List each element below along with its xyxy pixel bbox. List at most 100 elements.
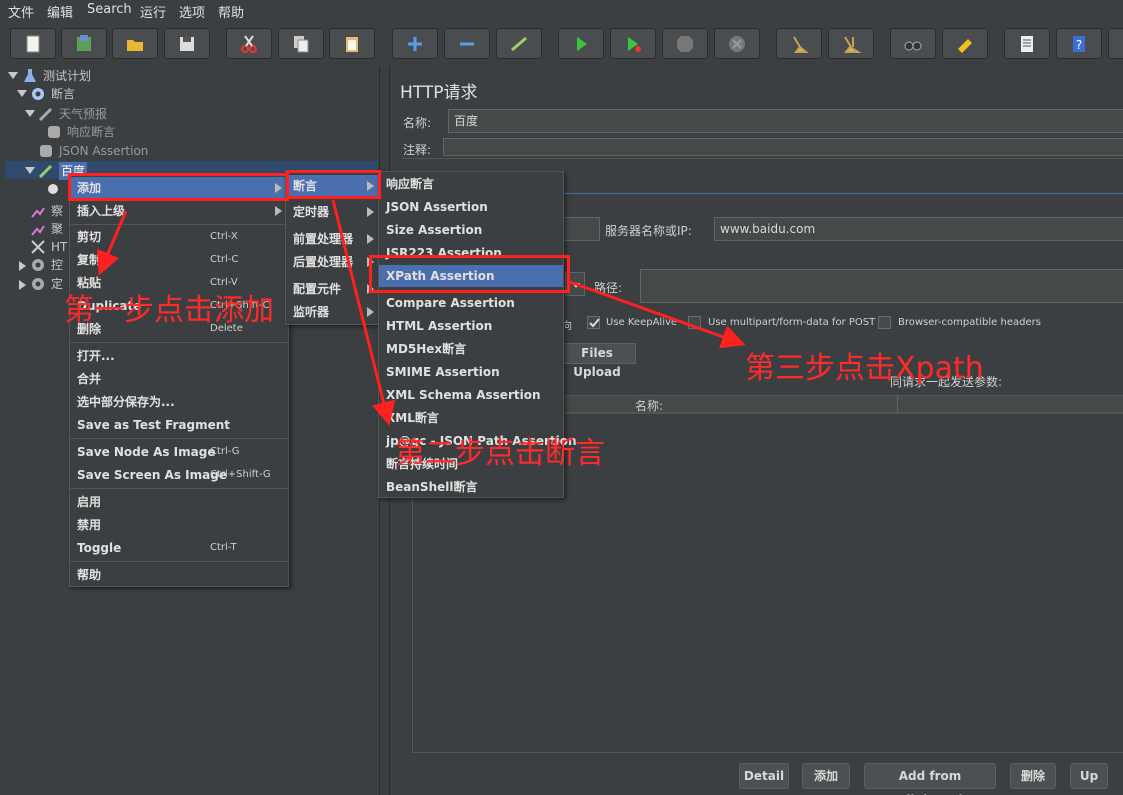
add-from-clipboard-button[interactable]: Add from Clipboard bbox=[864, 763, 996, 795]
path-field[interactable] bbox=[640, 269, 1123, 303]
copy-icon[interactable] bbox=[278, 28, 324, 59]
clear-icon[interactable] bbox=[776, 28, 822, 59]
sampler-pen-icon bbox=[38, 164, 53, 179]
menu-item-save-screen-image[interactable]: Save Screen As Image Ctrl+Shift-G bbox=[70, 464, 288, 486]
expand-arrow-icon[interactable] bbox=[25, 110, 35, 117]
menu-run[interactable]: 运行 bbox=[140, 2, 166, 21]
menu-item-label: 复制 bbox=[77, 253, 102, 267]
menu-item-copy[interactable]: 复制 Ctrl-C bbox=[70, 249, 288, 271]
delete-button[interactable]: 删除 bbox=[1010, 763, 1056, 789]
annotation-step-1: 第一步点击添加 bbox=[64, 293, 274, 328]
clear-all-icon[interactable] bbox=[828, 28, 874, 59]
search-icon[interactable] bbox=[890, 28, 936, 59]
submenu-item-html-assertion[interactable]: HTML Assertion bbox=[379, 315, 563, 337]
submenu-item-xml-schema-assertion[interactable]: XML Schema Assertion bbox=[379, 384, 563, 406]
browser-headers-checkbox[interactable] bbox=[878, 316, 891, 329]
menu-options[interactable]: 选项 bbox=[179, 2, 205, 21]
tree-node-observe[interactable]: 察 bbox=[51, 202, 63, 220]
server-field[interactable]: www.baidu.com bbox=[714, 217, 1123, 241]
shutdown-icon[interactable] bbox=[714, 28, 760, 59]
stop-icon[interactable] bbox=[662, 28, 708, 59]
reset-search-icon[interactable] bbox=[942, 28, 988, 59]
splitter[interactable] bbox=[402, 158, 1123, 166]
submenu-item-json-assertion[interactable]: JSON Assertion bbox=[379, 196, 563, 218]
menu-help[interactable]: 帮助 bbox=[218, 2, 244, 21]
menu-item-merge[interactable]: 合并 bbox=[70, 368, 288, 390]
help-icon[interactable]: ? bbox=[1056, 28, 1102, 59]
menu-item-help[interactable]: 帮助 bbox=[70, 564, 288, 586]
annotation-step-3: 第三步点击Xpath bbox=[745, 351, 984, 386]
path-label: 路径: bbox=[594, 281, 623, 295]
submenu-item-config[interactable]: 配置元件 bbox=[286, 278, 380, 300]
menu-separator bbox=[70, 342, 288, 343]
submenu-item-md5hex-assertion[interactable]: MD5Hex断言 bbox=[379, 338, 563, 360]
expand-arrow-icon[interactable] bbox=[8, 72, 18, 79]
cut-icon[interactable] bbox=[226, 28, 272, 59]
comment-field[interactable] bbox=[443, 138, 1123, 156]
menu-item-save-selection[interactable]: 选中部分保存为... bbox=[70, 391, 288, 413]
collapse-arrow-icon[interactable] bbox=[19, 261, 26, 271]
menu-item-disable[interactable]: 禁用 bbox=[70, 514, 288, 536]
detail-button[interactable]: Detail bbox=[739, 763, 789, 789]
collapse-icon[interactable] bbox=[444, 28, 490, 59]
submenu-item-preprocessors[interactable]: 前置处理器 bbox=[286, 228, 380, 250]
tree-node-control[interactable]: 控 bbox=[51, 256, 63, 274]
menu-edit[interactable]: 编辑 bbox=[47, 2, 73, 21]
sampler-pen-icon bbox=[38, 107, 53, 122]
submenu-item-response-assertion[interactable]: 响应断言 bbox=[379, 173, 563, 195]
menu-item-save-fragment[interactable]: Save as Test Fragment bbox=[70, 414, 288, 436]
tree-node-timer[interactable]: 定 bbox=[51, 275, 63, 293]
collapse-arrow-icon[interactable] bbox=[19, 280, 26, 290]
expand-icon[interactable] bbox=[392, 28, 438, 59]
menu-item-toggle[interactable]: Toggle Ctrl-T bbox=[70, 537, 288, 559]
menu-item-label: 配置元件 bbox=[293, 282, 342, 296]
expand-arrow-icon[interactable] bbox=[25, 167, 35, 174]
templates-icon[interactable] bbox=[61, 28, 107, 59]
gear-icon bbox=[32, 88, 44, 100]
tools-icon bbox=[31, 240, 45, 254]
tree-node-test-plan[interactable]: 测试计划 bbox=[43, 67, 91, 85]
submenu-item-smime-assertion[interactable]: SMIME Assertion bbox=[379, 361, 563, 383]
tree-node-aggregate[interactable]: 聚 bbox=[51, 220, 63, 238]
submenu-item-timers[interactable]: 定时器 bbox=[286, 201, 380, 223]
expand-arrow-icon[interactable] bbox=[17, 90, 27, 97]
submenu-item-beanshell-assertion[interactable]: BeanShell断言 bbox=[379, 476, 563, 498]
menu-item-cut[interactable]: 剪切 Ctrl-X bbox=[70, 226, 288, 248]
tab-files-upload[interactable]: Files Upload bbox=[558, 343, 636, 379]
tree-node-weather[interactable]: 天气预报 bbox=[59, 105, 107, 123]
menu-file[interactable]: 文件 bbox=[8, 2, 34, 21]
column-name-header: 名称: bbox=[635, 399, 664, 413]
start-no-pause-icon[interactable] bbox=[610, 28, 656, 59]
tree-node-response-assertion[interactable]: 响应断言 bbox=[67, 123, 115, 141]
menu-search[interactable]: Search bbox=[87, 2, 132, 17]
menu-item-label: 剪切 bbox=[77, 230, 102, 244]
submenu-item-listeners[interactable]: 监听器 bbox=[286, 301, 380, 323]
menu-item-insert-parent[interactable]: 插入上级 bbox=[70, 200, 288, 222]
up-button[interactable]: Up bbox=[1070, 763, 1108, 789]
save-icon[interactable] bbox=[164, 28, 210, 59]
new-icon[interactable] bbox=[10, 28, 56, 59]
add-button[interactable]: 添加 bbox=[802, 763, 850, 789]
tree-node-assertion-group[interactable]: 断言 bbox=[51, 85, 75, 103]
paste-icon[interactable] bbox=[329, 28, 375, 59]
menu-bar: 文件 编辑 Search 运行 选项 帮助 bbox=[0, 0, 1123, 21]
submenu-item-size-assertion[interactable]: Size Assertion bbox=[379, 219, 563, 241]
toolbar-overflow-icon[interactable] bbox=[1108, 28, 1123, 59]
keepalive-checkbox[interactable] bbox=[587, 316, 600, 329]
name-field[interactable]: 百度 bbox=[448, 109, 1123, 133]
open-icon[interactable] bbox=[112, 28, 158, 59]
submenu-item-postprocessors[interactable]: 后置处理器 bbox=[286, 251, 380, 273]
menu-separator bbox=[70, 561, 288, 562]
menu-item-open[interactable]: 打开... bbox=[70, 345, 288, 367]
submenu-item-compare-assertion[interactable]: Compare Assertion bbox=[379, 292, 563, 314]
tree-node-json-assertion[interactable]: JSON Assertion bbox=[59, 142, 148, 160]
tree-node-http[interactable]: HT bbox=[51, 238, 67, 256]
menu-item-save-node-image[interactable]: Save Node As Image Ctrl-G bbox=[70, 441, 288, 463]
multipart-checkbox[interactable] bbox=[688, 316, 701, 329]
multipart-label: Use multipart/form-data for POST bbox=[708, 317, 876, 328]
toggle-icon[interactable] bbox=[496, 28, 542, 59]
start-icon[interactable] bbox=[558, 28, 604, 59]
submenu-item-xml-assertion[interactable]: XML断言 bbox=[379, 407, 563, 429]
menu-item-enable[interactable]: 启用 bbox=[70, 491, 288, 513]
function-helper-icon[interactable] bbox=[1004, 28, 1050, 59]
